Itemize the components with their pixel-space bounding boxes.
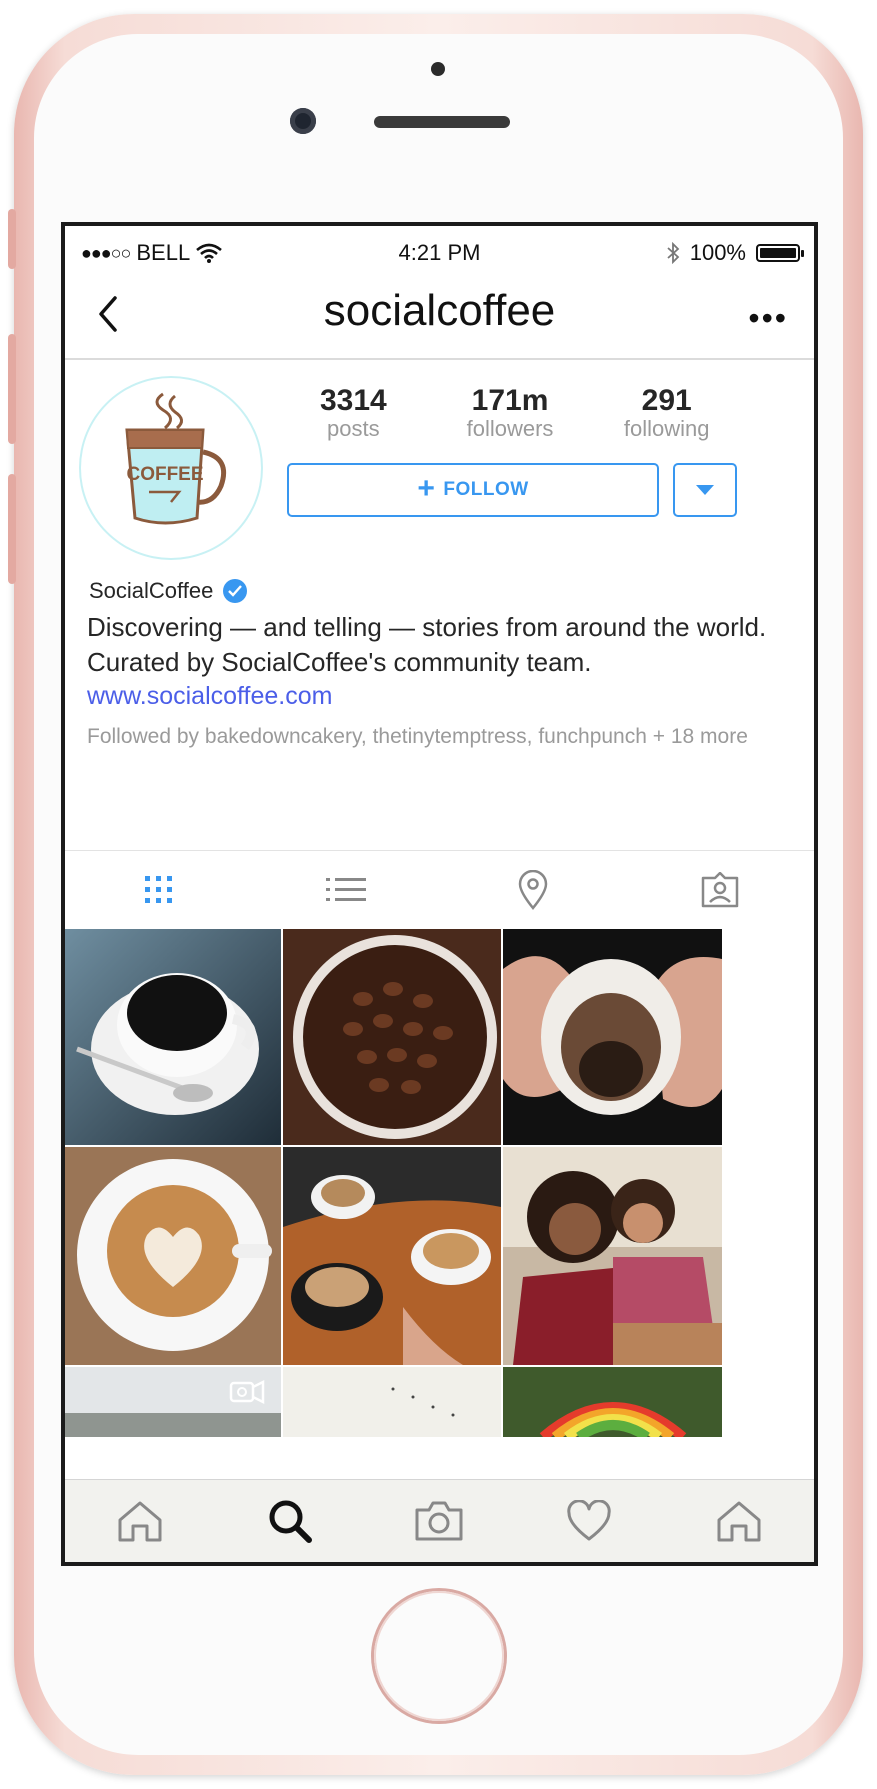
more-horizontal-icon[interactable]: ••• (748, 300, 788, 337)
display-name-row: SocialCoffee (89, 578, 248, 604)
stat-value: 3314 (319, 384, 387, 417)
heart-icon (567, 1500, 611, 1541)
volume-up-button (8, 334, 16, 444)
home-icon (118, 1501, 162, 1542)
grid-icon (144, 876, 172, 903)
list-icon (325, 878, 366, 901)
battery-icon (756, 244, 804, 262)
followed-by-text[interactable]: Followed by bakedowncakery, thetinytempt… (87, 722, 787, 751)
profile-bio: Discovering — and telling — stories from… (87, 612, 767, 677)
stat-followers[interactable]: 171m followers (432, 384, 589, 442)
camera-icon (415, 1501, 463, 1541)
suggested-accounts-dropdown[interactable] (673, 463, 737, 517)
mute-switch (8, 209, 16, 269)
front-camera (290, 108, 316, 134)
avatar-text: COFFEE (126, 464, 203, 485)
tagged-person-icon (702, 872, 739, 908)
photo-tile-coffee-beans[interactable] (283, 929, 501, 1145)
search-icon (269, 1500, 312, 1543)
bottom-tab-bar (65, 1479, 814, 1562)
photo-grid (65, 929, 814, 1437)
profile-home-icon (717, 1501, 761, 1542)
page-title: socialcoffee (323, 286, 556, 335)
photo-tile-black-coffee[interactable] (65, 929, 281, 1145)
photo-tile-empty-cup-hands[interactable] (503, 929, 722, 1145)
photo-tile-rainbow-flowers[interactable] (503, 1367, 722, 1437)
photo-tile-landscape-video[interactable] (65, 1367, 281, 1437)
stat-value: 171m (471, 384, 549, 417)
volume-down-button (8, 474, 16, 584)
earpiece-speaker (374, 116, 510, 128)
tab-grid[interactable] (65, 875, 252, 905)
photo-tile-latte-art[interactable] (65, 1147, 281, 1365)
display-name: SocialCoffee (89, 578, 214, 603)
stat-following[interactable]: 291 following (588, 384, 745, 442)
tab-list[interactable] (252, 875, 439, 905)
tab-location[interactable] (440, 870, 627, 910)
profile-stats: 3314 posts 171m followers 291 following (275, 384, 745, 442)
website-link[interactable]: www.socialcoffee.com (87, 682, 332, 711)
tab-activity[interactable] (514, 1500, 664, 1542)
stat-label: posts (327, 416, 380, 441)
stat-label: followers (466, 416, 554, 441)
coffee-mug-logo: COFFEE (125, 392, 227, 525)
avatar[interactable]: COFFEE (81, 378, 261, 558)
photo-tile-birds-sky[interactable] (283, 1367, 501, 1437)
follow-button[interactable]: + FOLLOW (287, 463, 659, 517)
profile-view-tabs (65, 850, 814, 929)
navigation-bar: socialcoffee ••• (65, 272, 814, 360)
status-bar: ●●●○○ BELL 4:21 PM 100% (65, 226, 814, 272)
status-right: 100% (666, 240, 804, 266)
proximity-sensor (431, 62, 445, 76)
verified-badge-icon (223, 579, 248, 603)
screen: ●●●○○ BELL 4:21 PM 100% socialcoffee ••• (61, 222, 818, 1566)
plus-icon: + (417, 471, 436, 505)
bluetooth-icon (667, 242, 680, 264)
stat-value: 291 (641, 384, 692, 417)
tab-camera[interactable] (365, 1500, 515, 1542)
tab-search[interactable] (215, 1498, 365, 1544)
location-pin-icon (518, 870, 548, 910)
tab-tagged[interactable] (627, 872, 814, 908)
caret-down-icon (696, 485, 714, 495)
stat-posts[interactable]: 3314 posts (275, 384, 432, 442)
tab-profile[interactable] (664, 1500, 814, 1542)
battery-percentage: 100% (689, 240, 746, 265)
tab-home[interactable] (65, 1500, 215, 1542)
photo-tile-women-coffee[interactable] (503, 1147, 722, 1365)
home-button[interactable] (374, 1591, 504, 1721)
photo-tile-friends-cups[interactable] (283, 1147, 501, 1365)
stat-label: following (623, 416, 710, 441)
follow-button-label: FOLLOW (443, 479, 529, 500)
